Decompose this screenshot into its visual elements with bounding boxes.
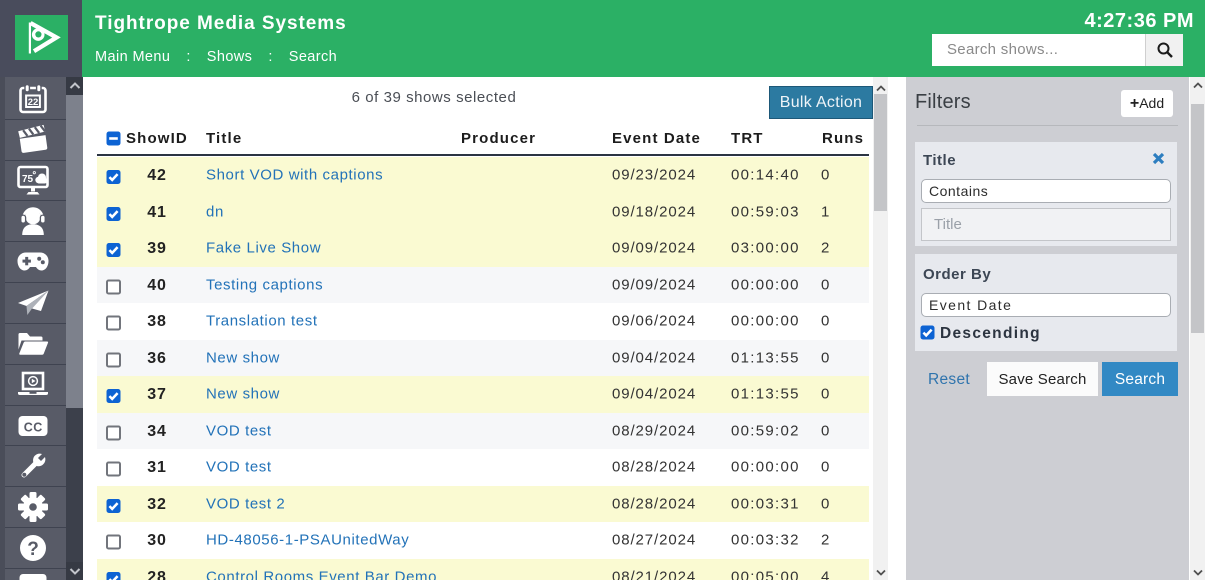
svg-text:22: 22 [28,97,39,108]
svg-text:75: 75 [22,174,34,185]
svg-text:?: ? [27,539,39,560]
svg-text:CC: CC [24,420,43,434]
